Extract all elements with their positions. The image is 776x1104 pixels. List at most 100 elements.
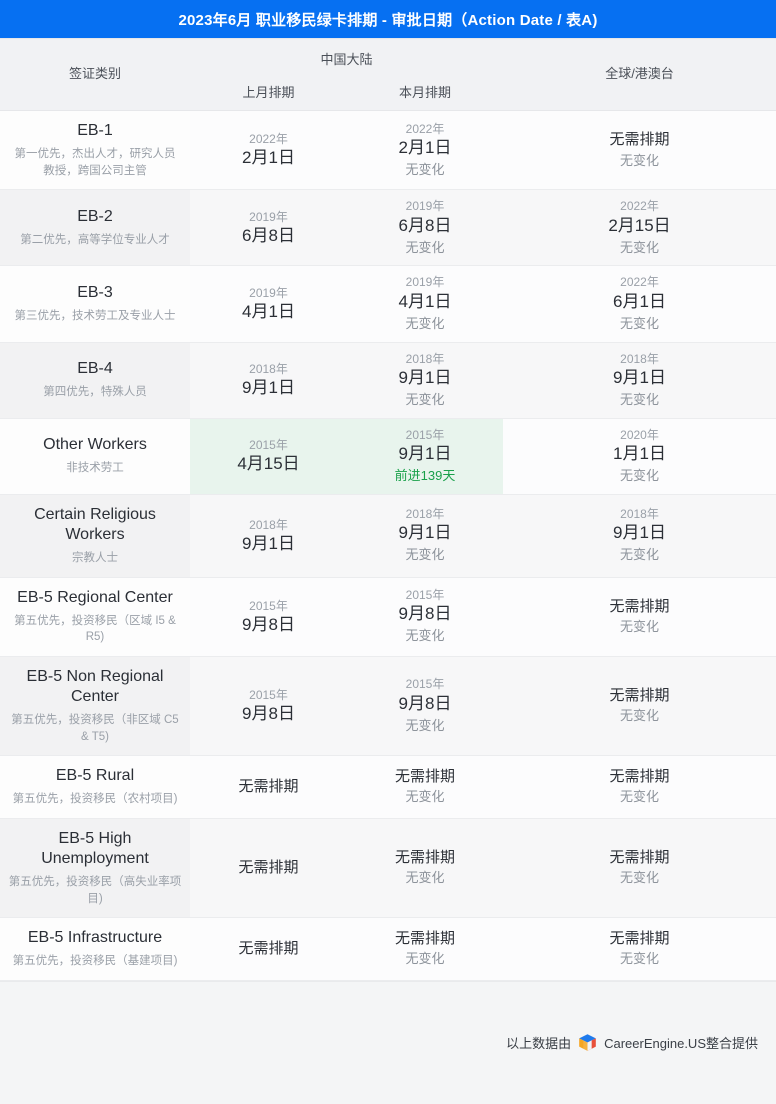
cell-current-month: 无需排期 无变化 [347, 917, 503, 981]
date-value: 9月1日 [242, 378, 295, 398]
category-name: EB-1 [77, 122, 113, 139]
date-change-note: 无变化 [619, 391, 659, 407]
date-value: 9月1日 [398, 523, 452, 543]
date-change-note: 无变化 [405, 161, 445, 177]
date-value: 无需排期 [238, 940, 299, 958]
date-change-note: 无变化 [405, 789, 445, 805]
date-change-note: 无变化 [405, 870, 445, 886]
date-change-note: 无变化 [405, 547, 445, 563]
date-change-note: 无变化 [619, 870, 659, 886]
date-value: 6月8日 [398, 215, 452, 235]
category-name: EB-5 High Unemployment [41, 829, 149, 867]
date-value: 4月1日 [398, 291, 452, 311]
date-year: 2018年 [405, 351, 445, 366]
column-header-global: 全球/港澳台 [503, 38, 776, 111]
date-year: 2015年 [249, 438, 288, 453]
category-name: Other Workers [43, 436, 147, 454]
date-value: 9月1日 [613, 367, 666, 387]
table-row: EB-5 Non Regional Center 第五优先，投资移民（非区域 C5… [0, 656, 776, 757]
date-value: 无需排期 [609, 929, 670, 947]
date-value: 4月1日 [242, 302, 295, 322]
date-value: 无需排期 [609, 848, 670, 866]
cell-category: Other Workers 非技术劳工 [0, 418, 190, 495]
date-value: 无需排期 [238, 859, 299, 877]
cell-global: 2022年 6月1日无变化 [503, 265, 776, 343]
cell-prev-month: 无需排期 [190, 818, 347, 919]
table-row: EB-5 Infrastructure 第五优先，投资移民（基建项目) 无需排期 无需… [0, 917, 776, 981]
date-change-note: 无变化 [619, 152, 659, 168]
category-name: EB-5 Regional Center [17, 588, 173, 606]
cell-prev-month: 2015年 4月15日 [190, 418, 347, 495]
date-year: 2022年 [620, 275, 659, 290]
date-change-note: 无变化 [405, 391, 445, 407]
date-value: 2月15日 [608, 215, 671, 235]
cell-global: 2018年 9月1日无变化 [503, 342, 776, 419]
cell-prev-month: 2015年 9月8日 [190, 656, 347, 757]
date-year: 2018年 [620, 507, 659, 522]
date-value: 6月1日 [613, 291, 666, 311]
cell-prev-month: 2022年 2月1日 [190, 110, 347, 191]
cell-global: 无需排期 无变化 [503, 917, 776, 981]
table-body: EB-1 第一优先，杰出人才，研究人员 教授，跨国公司主管 2022年 2月1日 202… [0, 110, 776, 981]
category-description: 非技术劳工 [66, 462, 124, 475]
table-row: EB-1 第一优先，杰出人才，研究人员 教授，跨国公司主管 2022年 2月1日 202… [0, 110, 776, 191]
date-year: 2019年 [249, 285, 288, 300]
column-header-china-group: 中国大陆 上月排期 本月排期 [190, 38, 503, 111]
category-name: Certain Religious Workers [34, 505, 156, 543]
category-name: EB-4 [77, 360, 113, 378]
careerengine-cube-logo-icon [578, 1033, 597, 1052]
date-change-note: 无变化 [619, 315, 659, 331]
cell-current-month: 2019年 4月1日 无变化 [347, 265, 503, 343]
cell-prev-month: 无需排期 [190, 917, 347, 981]
cell-category: EB-3 第三优先，技术劳工及专业人士 [0, 265, 190, 343]
date-change-note: 无变化 [619, 239, 659, 255]
cell-global: 无需排期 无变化 [503, 755, 776, 819]
cell-current-month: 2022年 2月1日无变化 [347, 110, 503, 191]
date-value: 9月8日 [398, 693, 452, 713]
category-description: 第二优先，高等学位专业人才 [20, 234, 170, 247]
cell-category: EB-5 High Unemployment 第五优先，投资移民（高失业率项目) [0, 818, 190, 919]
table-row: Other Workers 非技术劳工 2015年 4月15日 2015年 9月1日 前进1… [0, 418, 776, 495]
cell-current-month: 无需排期 无变化 [347, 755, 503, 819]
date-change-note: 无变化 [619, 619, 659, 635]
cell-global: 无需排期 无变化 [503, 577, 776, 657]
date-value: 无需排期 [394, 767, 455, 785]
table-row: EB-5 Rural 第五优先，投资移民（农村项目) 无需排期 无需排期 无变化 无需排期… [0, 755, 776, 819]
date-change-note: 无变化 [405, 628, 445, 644]
cell-current-month: 2015年 9月8日 无变化 [347, 656, 503, 757]
date-value: 2月1日 [398, 137, 452, 157]
date-change-note: 无变化 [619, 547, 659, 563]
date-year: 2019年 [405, 199, 445, 214]
date-value: 无需排期 [609, 767, 670, 785]
cell-global: 2022年 2月15日 无变化 [503, 189, 776, 267]
cell-global: 2020年 1月1日 无变化 [503, 418, 776, 495]
date-value: 无需排期 [609, 686, 670, 704]
date-change-note: 无变化 [619, 708, 659, 724]
date-value: 9月1日 [613, 523, 666, 543]
category-description: 第四优先，特殊人员 [43, 386, 147, 399]
category-name: EB-5 Infrastructure [27, 929, 163, 947]
cell-current-month: 2018年 9月1日 无变化 [347, 342, 503, 419]
date-year: 2018年 [405, 507, 445, 522]
cell-prev-month: 无需排期 [190, 755, 347, 819]
cell-global: 无需排期 无变化 [503, 818, 776, 919]
page-title: 2023年6月 职业移民绿卡排期 - 审批日期（Action Date / 表A… [178, 11, 598, 29]
date-year: 2018年 [249, 517, 288, 532]
category-description: 宗教人士 [72, 551, 118, 564]
date-year: 2019年 [249, 209, 288, 224]
cell-category: EB-5 Non Regional Center 第五优先，投资移民（非区域 C5… [0, 656, 190, 757]
table-row: EB-3 第三优先，技术劳工及专业人士 2019年 4月1日 2019年 4月1日 无变化 2… [0, 265, 776, 343]
page-footer: 以上数据由 CareerEngine.US整合提供 [0, 980, 776, 1104]
table-row: EB-4 第四优先，特殊人员 2018年 9月1日 2018年 9月1日 无变化 2018年 9… [0, 342, 776, 419]
date-value: 9月8日 [398, 604, 452, 624]
date-year: 2018年 [620, 351, 659, 366]
date-year: 2022年 [405, 121, 445, 136]
date-year: 2022年 [249, 132, 288, 147]
cell-global: 无需排期 无变化 [503, 110, 776, 191]
date-change-note: 无变化 [405, 239, 445, 255]
column-header-china-label: 中国大陆 [320, 51, 373, 67]
date-change-note: 前进139天 [394, 468, 456, 483]
date-value: 9月1日 [242, 533, 295, 553]
cell-category: EB-5 Infrastructure 第五优先，投资移民（基建项目) [0, 917, 190, 981]
date-year: 2018年 [249, 362, 288, 377]
